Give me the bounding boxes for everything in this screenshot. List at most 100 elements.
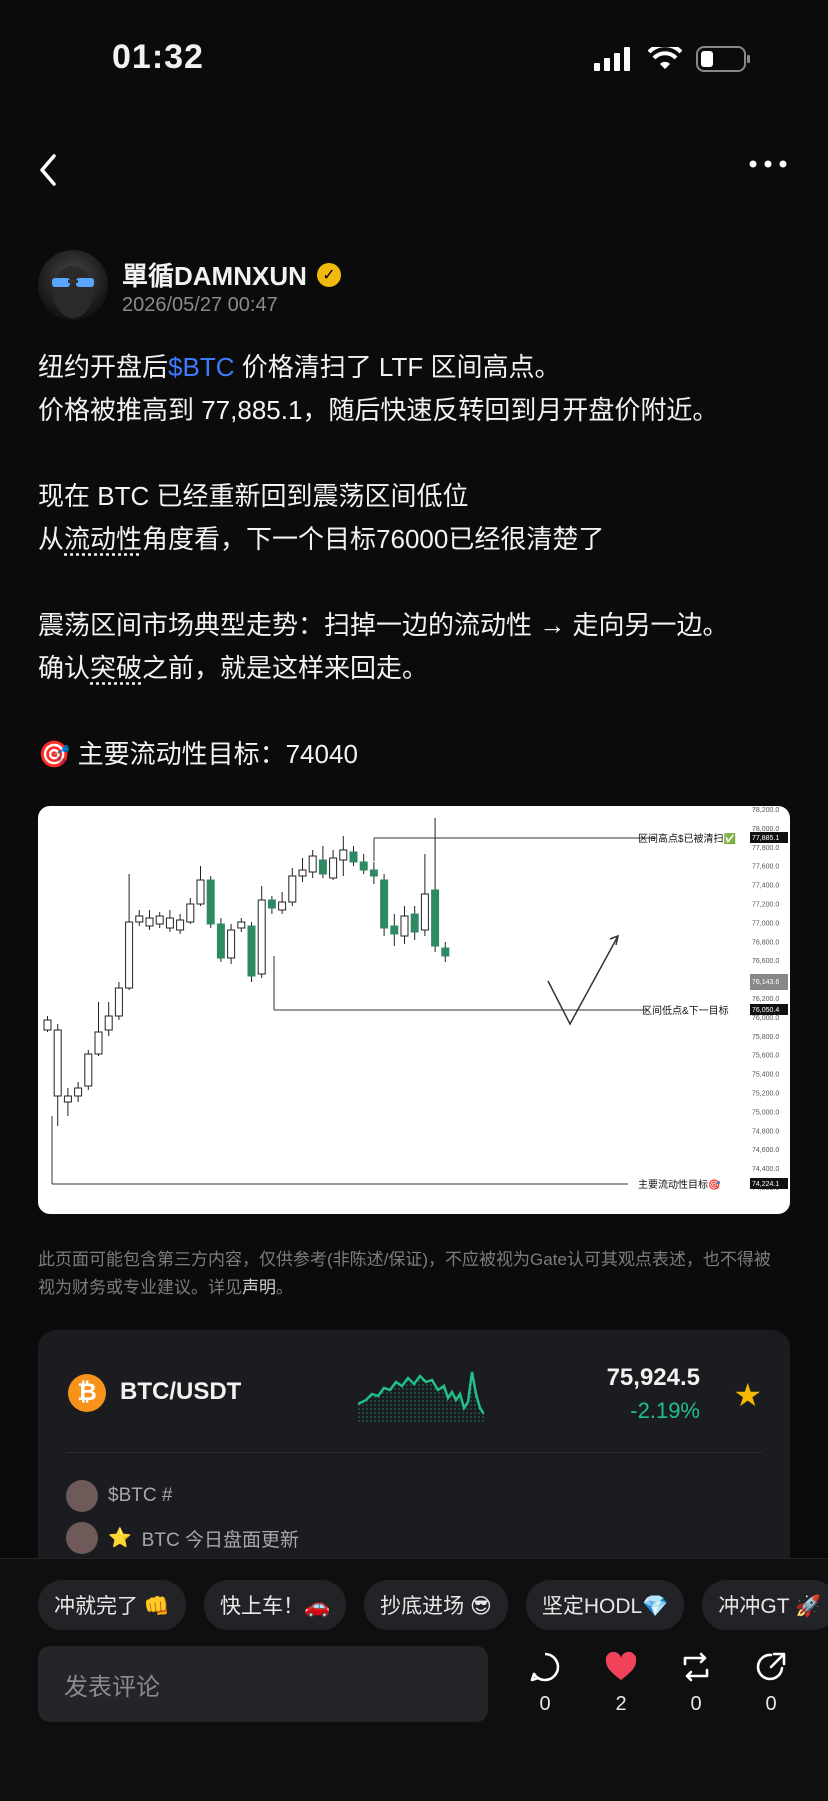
- candlestick-chart: 区间高点$已被清扫✅ 区间低点&下一目标 主要流动性目标🎯 78,200.0 78…: [43, 807, 788, 1192]
- post-line: 从流动性角度看，下一个目标76000已经很清楚了: [38, 518, 798, 561]
- comment-icon: [530, 1652, 560, 1682]
- candle-body: [308, 855, 317, 873]
- text: 从: [38, 524, 65, 554]
- post-line: 价格被推高到 77,885.1，随后快速反转回到月开盘价附近。: [38, 395, 719, 425]
- candle-body: [247, 925, 256, 977]
- trading-pair[interactable]: BTC/USDT: [120, 1378, 241, 1406]
- comment-button[interactable]: 0: [520, 1650, 570, 1716]
- candle-body: [359, 861, 368, 871]
- range-low-label: 区间低点&下一目标: [642, 1004, 729, 1017]
- candle-body: [53, 1029, 62, 1097]
- range-high-label: 区间高点$已被清扫✅: [638, 832, 736, 845]
- like-button[interactable]: 2: [596, 1650, 646, 1716]
- target-icon: 🎯: [38, 739, 71, 769]
- repost-count: 0: [690, 1693, 702, 1715]
- candle-body: [369, 869, 378, 877]
- price-tag-target: 74,224.1: [752, 1181, 779, 1188]
- candle-body: [267, 899, 276, 909]
- avatar: [66, 1522, 98, 1554]
- candle-body: [135, 915, 144, 923]
- text: 确认: [38, 653, 91, 683]
- disclaimer-link[interactable]: 声明: [242, 1278, 276, 1297]
- axis-tick-label: 76,200.0: [752, 996, 779, 1003]
- repost-button[interactable]: 0: [671, 1650, 721, 1716]
- share-count: 0: [765, 1693, 777, 1715]
- status-icons: [594, 46, 752, 72]
- candle-body: [84, 1053, 93, 1087]
- candle-body: [420, 893, 429, 931]
- candle-body: [380, 879, 389, 929]
- post-timestamp: 2026/05/27 00:47: [122, 294, 278, 316]
- comment-input[interactable]: 发表评论: [38, 1646, 488, 1722]
- candle-body: [237, 921, 246, 929]
- comment-count: 0: [539, 1693, 551, 1715]
- candle-body: [441, 947, 450, 957]
- text: 之前，就是这样来回走。: [142, 653, 429, 683]
- axis-tick-label: 77,000.0: [752, 920, 779, 927]
- related-post-text: $BTC #: [108, 1485, 173, 1506]
- related-post-item[interactable]: $BTC #: [66, 1480, 172, 1512]
- verified-icon: ✓: [316, 262, 341, 287]
- candle-body: [329, 857, 338, 879]
- candle-body: [63, 1095, 72, 1103]
- related-post-item[interactable]: ⭐ BTC 今日盘面更新: [66, 1522, 299, 1554]
- author-name-text: 單循DAMNXUN: [122, 261, 307, 291]
- candle-body: [257, 899, 266, 975]
- candle-body: [155, 915, 164, 925]
- candle-body: [206, 879, 215, 925]
- reaction-chip[interactable]: 坚定HODL💎: [525, 1580, 685, 1630]
- post-line: 🎯 主要流动性目标：74040: [38, 733, 798, 776]
- more-icon[interactable]: [748, 154, 788, 174]
- reaction-chip[interactable]: 抄底进场 😎: [364, 1580, 508, 1630]
- candle-body: [125, 921, 134, 989]
- chart-image[interactable]: 区间高点$已被清扫✅ 区间低点&下一目标 主要流动性目标🎯 78,200.0 78…: [38, 806, 790, 1214]
- related-post-text: BTC 今日盘面更新: [141, 1529, 299, 1551]
- post-line: 现在 BTC 已经重新回到震荡区间低位: [38, 481, 469, 511]
- axis-tick-label: 74,800.0: [752, 1128, 779, 1135]
- candle-body: [145, 917, 154, 927]
- candle-body: [94, 1031, 103, 1055]
- signal-icon: [594, 47, 630, 71]
- reaction-chip[interactable]: 冲就完了 👊: [38, 1580, 186, 1630]
- text: 价格清扫了 LTF 区间高点。: [234, 352, 561, 382]
- axis-tick-label: 74,400.0: [752, 1166, 779, 1173]
- back-icon[interactable]: [34, 150, 62, 190]
- share-icon: [756, 1652, 786, 1681]
- hashtag-btc[interactable]: $BTC: [168, 352, 234, 382]
- star-icon: ⭐: [108, 1528, 132, 1549]
- post-line: 震荡区间市场典型走势：扫掉一边的流动性 → 走向另一边。: [38, 610, 729, 640]
- reaction-chip[interactable]: 快上车！🚗: [203, 1580, 347, 1630]
- heart-icon: [605, 1651, 637, 1680]
- axis-tick-label: 78,200.0: [752, 807, 779, 814]
- axis-tick-label: 77,200.0: [752, 902, 779, 909]
- wifi-icon: [648, 47, 682, 69]
- sparkline-chart: [358, 1371, 484, 1422]
- share-button[interactable]: 0: [746, 1650, 796, 1716]
- axis-tick-label: 75,000.0: [752, 1109, 779, 1116]
- candle-body: [278, 901, 287, 911]
- avatar: [66, 1480, 98, 1512]
- author-name[interactable]: 單循DAMNXUN ✓: [122, 256, 341, 293]
- candle-body: [114, 987, 123, 1017]
- battery-icon: [696, 46, 750, 72]
- author-avatar[interactable]: [38, 250, 108, 320]
- favorite-star-icon[interactable]: ★: [733, 1376, 762, 1414]
- axis-tick-label: 77,600.0: [752, 864, 779, 871]
- axis-tick-label: 75,200.0: [752, 1091, 779, 1098]
- candle-body: [176, 919, 185, 931]
- axis-tick-label: 74,600.0: [752, 1147, 779, 1154]
- candle-body: [104, 1015, 113, 1031]
- candle-body: [288, 875, 297, 903]
- candle-body: [74, 1087, 83, 1097]
- reaction-chip[interactable]: 冲冲GT 🚀: [702, 1580, 828, 1630]
- divider: [66, 1452, 762, 1453]
- term-link[interactable]: 流动性: [64, 524, 142, 554]
- text: 角度看，下一个目标76000已经很清楚了: [142, 524, 605, 554]
- axis-tick-label: 75,800.0: [752, 1034, 779, 1041]
- disclaimer: 此页面可能包含第三方内容，仅供参考(非陈述/保证)，不应被视为Gate认可其观点…: [38, 1246, 778, 1302]
- last-price: 75,924.5: [606, 1364, 700, 1391]
- candle-body: [186, 903, 195, 923]
- axis-tick-label: 77,800.0: [752, 845, 779, 852]
- axis-tick-label: 78,000.0: [752, 826, 779, 833]
- term-link[interactable]: 突破: [90, 653, 142, 683]
